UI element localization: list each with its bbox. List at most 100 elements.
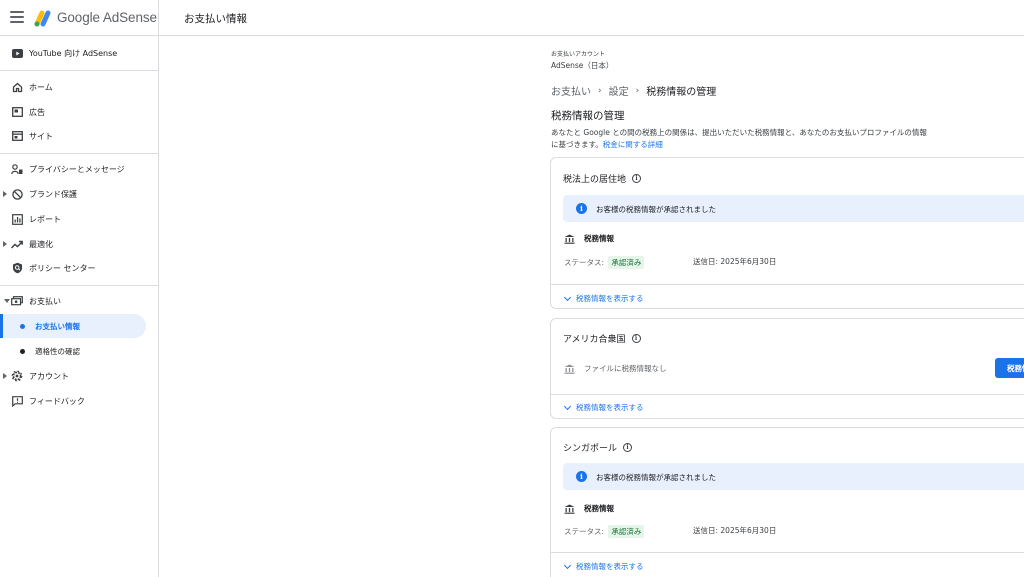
chevron-right-icon[interactable] — [3, 373, 7, 379]
ads-icon — [11, 106, 23, 118]
active-indicator — [0, 314, 3, 338]
status-row: ステータス: 承認済み — [564, 256, 645, 269]
block-icon — [11, 188, 23, 200]
toggle-label: 税務情報を表示する — [576, 403, 644, 412]
tax-details-link[interactable]: 税金に関する詳細 — [603, 140, 663, 149]
gear-icon — [11, 370, 23, 382]
sidebar-divider — [0, 70, 158, 71]
chevron-down-icon — [563, 561, 572, 569]
approved-banner: i お客様の税務情報が承認されました — [563, 195, 1024, 222]
sidebar-divider — [0, 153, 158, 154]
sidebar-item-privacy[interactable]: プライバシーとメッセージ — [0, 157, 158, 181]
card-title: アメリカ合衆国 i — [563, 332, 641, 345]
status-label: ステータス: — [564, 527, 605, 536]
info-icon[interactable]: i — [631, 334, 641, 343]
menu-icon[interactable] — [10, 11, 24, 23]
info-filled-icon: i — [576, 203, 587, 214]
privacy-messaging-icon — [11, 163, 23, 175]
bullet-icon — [20, 348, 25, 354]
payment-account-label: お支払いアカウント — [551, 51, 606, 58]
bullet-icon — [20, 323, 25, 329]
show-tax-info-toggle[interactable]: 税務情報を表示する — [563, 561, 644, 572]
add-tax-info-button[interactable]: 税務情報 — [995, 358, 1024, 378]
reports-icon — [11, 213, 23, 225]
tax-info-heading-text: 税務情報 — [584, 234, 614, 243]
show-tax-info-toggle[interactable]: 税務情報を表示する — [563, 402, 644, 413]
us-tax-card: アメリカ合衆国 i ファイルに税務情報なし 税務情報 税務情報を表示する — [550, 318, 1024, 419]
no-tax-info-text: ファイルに税務情報なし — [584, 364, 667, 373]
status-badge: 承認済み — [608, 525, 645, 538]
sidebar-item-eligibility[interactable]: 適格性の確認 — [0, 339, 146, 363]
chevron-down-icon — [563, 402, 572, 410]
sidebar-item-sites[interactable]: サイト — [0, 124, 158, 148]
show-tax-info-toggle[interactable]: 税務情報を表示する — [563, 293, 644, 304]
tax-info-heading: 税務情報 — [564, 233, 614, 244]
card-title: シンガポール i — [563, 441, 633, 454]
status-label: ステータス: — [564, 258, 605, 267]
chevron-down-icon — [563, 293, 572, 301]
sidebar-item-label: YouTube 向け AdSense — [29, 48, 118, 58]
sidebar-item-optimization[interactable]: 最適化 — [0, 232, 158, 256]
card-title-text: 税法上の居住地 — [563, 175, 627, 185]
tax-residence-card: 税法上の居住地 i i お客様の税務情報が承認されました 税務情報 ステータス:… — [550, 157, 1024, 309]
info-icon[interactable]: i — [623, 443, 633, 452]
sidebar-item-label: アカウント — [29, 371, 69, 381]
breadcrumb-current: 税務情報の管理 — [646, 87, 717, 98]
chevron-right-icon: › — [635, 85, 640, 96]
policy-shield-icon — [11, 262, 23, 274]
adsense-logo-icon[interactable] — [33, 9, 53, 27]
card-divider — [551, 552, 1024, 553]
card-title-text: アメリカ合衆国 — [563, 335, 626, 345]
sidebar-item-home[interactable]: ホーム — [0, 75, 158, 99]
bank-icon — [564, 234, 575, 244]
breadcrumb-payments[interactable]: お支払い — [551, 83, 591, 98]
chevron-right-icon[interactable] — [3, 191, 7, 197]
page-title: お支払い情報 — [184, 13, 247, 25]
sidebar-item-reports[interactable]: レポート — [0, 207, 158, 231]
bank-icon — [564, 364, 575, 374]
breadcrumb-settings[interactable]: 設定 — [609, 83, 629, 98]
feedback-icon — [11, 395, 23, 407]
section-title: 税務情報の管理 — [551, 110, 625, 122]
no-tax-info-row: ファイルに税務情報なし — [564, 363, 667, 374]
youtube-icon — [11, 47, 23, 59]
sidebar-item-label: お支払い情報 — [35, 321, 80, 331]
main-content: お支払いアカウント AdSense（日本） お支払い › 設定 › 税務情報の管… — [159, 36, 1024, 577]
home-icon — [11, 81, 23, 93]
info-icon[interactable]: i — [632, 174, 642, 183]
tax-info-heading-text: 税務情報 — [584, 504, 614, 513]
sidebar-item-label: 広告 — [29, 107, 45, 117]
card-divider — [551, 394, 1024, 395]
top-app-bar: Google AdSense お支払い情報 — [0, 0, 1024, 36]
sidebar-item-label: ブランド保護 — [29, 189, 77, 199]
sidebar-item-payments[interactable]: お支払い — [0, 289, 158, 313]
tax-info-heading: 税務情報 — [564, 503, 614, 514]
banner-text: お客様の税務情報が承認されました — [596, 205, 716, 214]
sidebar-item-feedback[interactable]: フィードバック — [0, 389, 158, 413]
sidebar: YouTube 向け AdSense ホーム 広告 サイト プライバシーとメッセ… — [0, 36, 159, 577]
sidebar-item-label: 適格性の確認 — [35, 346, 80, 356]
sidebar-item-policy-center[interactable]: ポリシー センター — [0, 256, 158, 280]
topbar-divider — [158, 0, 159, 36]
trending-up-icon — [11, 238, 23, 250]
sidebar-item-payments-info[interactable]: お支払い情報 — [0, 314, 146, 338]
sidebar-item-ads[interactable]: 広告 — [0, 100, 158, 124]
chevron-right-icon[interactable] — [3, 241, 7, 247]
brand-name[interactable]: Google AdSense — [57, 10, 157, 25]
section-description: あなたと Google との間の税務上の関係は、提出いただいた税務情報と、あなた… — [551, 127, 931, 151]
status-badge: 承認済み — [608, 256, 645, 269]
sidebar-item-label: サイト — [29, 131, 53, 141]
sidebar-item-youtube[interactable]: YouTube 向け AdSense — [0, 41, 158, 65]
chevron-down-icon[interactable] — [4, 299, 10, 303]
sidebar-item-label: フィードバック — [29, 396, 85, 406]
submitted-date: 送信日: 2025年6月30日 — [693, 257, 777, 266]
payment-account-name: AdSense（日本） — [551, 61, 614, 70]
sidebar-item-account[interactable]: アカウント — [0, 364, 158, 388]
sidebar-item-label: ポリシー センター — [29, 263, 96, 273]
sidebar-item-label: レポート — [29, 214, 61, 224]
singapore-tax-card: シンガポール i i お客様の税務情報が承認されました 税務情報 ステータス: … — [550, 427, 1024, 577]
sidebar-item-label: プライバシーとメッセージ — [29, 164, 125, 174]
sidebar-item-brand-safety[interactable]: ブランド保護 — [0, 182, 158, 206]
approved-banner: i お客様の税務情報が承認されました — [563, 463, 1024, 490]
bank-icon — [564, 504, 575, 514]
